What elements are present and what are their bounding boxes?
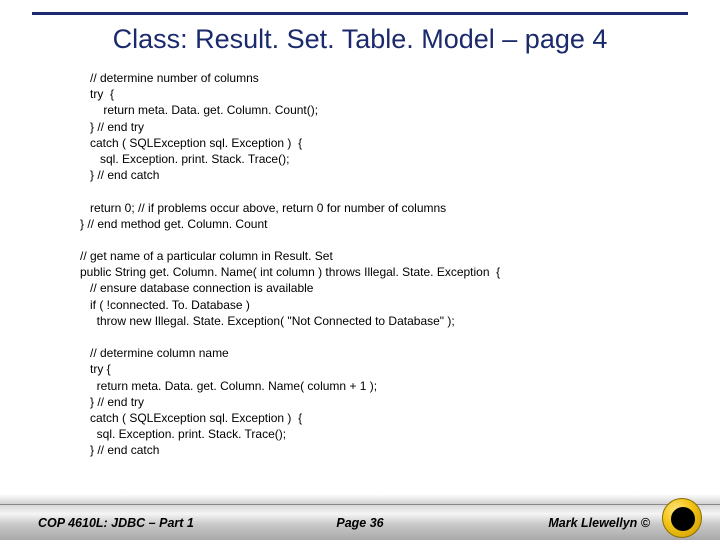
footer-course: COP 4610L: JDBC – Part 1 [38,516,194,530]
top-rule [32,12,688,15]
ucf-logo-icon [662,498,702,538]
footer-page: Page 36 [336,516,383,530]
slide-title: Class: Result. Set. Table. Model – page … [0,24,720,55]
footer-author: Mark Llewellyn © [548,516,650,530]
code-block: // determine number of columns try { ret… [80,70,660,459]
footer-gradient [0,494,720,504]
slide: Class: Result. Set. Table. Model – page … [0,0,720,540]
footer-bar: COP 4610L: JDBC – Part 1 Page 36 Mark Ll… [0,504,720,540]
